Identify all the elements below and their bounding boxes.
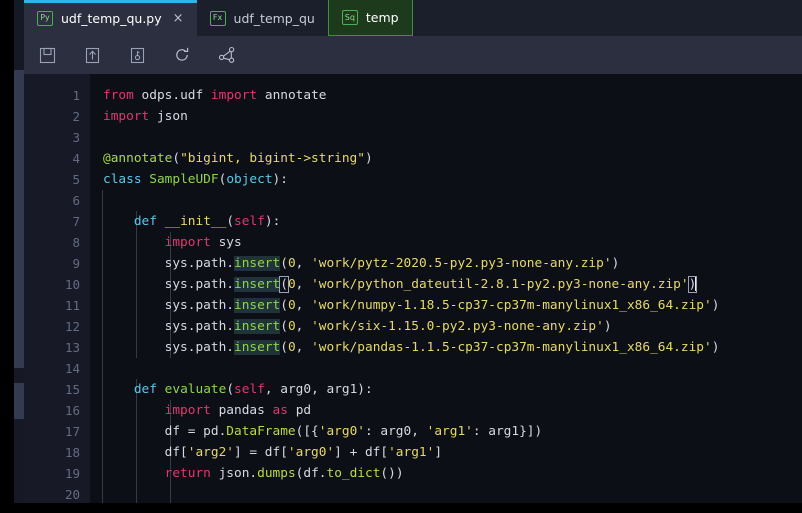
code-line[interactable]: def __init__(self): xyxy=(103,211,280,232)
code-line[interactable]: import pandas as pd xyxy=(103,400,311,421)
left-rail-panel-handle-1[interactable] xyxy=(14,70,24,368)
line-number: 14 xyxy=(64,361,80,376)
lineage-button[interactable] xyxy=(214,42,240,68)
code-line[interactable]: sys.path.insert(0, 'work/pytz-2020.5-py2… xyxy=(103,253,619,274)
line-number: 15 xyxy=(64,382,80,397)
code-line[interactable]: @annotate("bigint, bigint->string") xyxy=(103,148,373,169)
line-number: 18 xyxy=(64,445,80,460)
line-number-gutter: 1 2 3 4 5 6 7 8 9 10 11 12 13 14 15 16 1… xyxy=(24,74,90,503)
code-editor[interactable]: 1 2 3 4 5 6 7 8 9 10 11 12 13 14 15 16 1… xyxy=(24,74,802,503)
code-line[interactable]: df = pd.DataFrame([{'arg0': arg0, 'arg1'… xyxy=(103,421,543,442)
python-file-icon: Py xyxy=(37,10,53,26)
tab-label: udf_temp_qu.py xyxy=(61,10,162,26)
line-number: 8 xyxy=(72,235,80,250)
function-file-icon: Fx xyxy=(209,10,226,26)
line-number: 9 xyxy=(72,256,80,271)
tab-label: temp xyxy=(365,10,399,25)
code-line[interactable]: sys.path.insert(0, 'work/numpy-1.18.5-cp… xyxy=(103,295,719,316)
code-line[interactable]: return json.dumps(df.to_dict()) xyxy=(103,463,404,484)
submit-button[interactable] xyxy=(79,42,105,68)
line-number: 2 xyxy=(72,109,80,124)
line-number: 16 xyxy=(64,403,80,418)
tab-temp[interactable]: Sq temp xyxy=(327,0,413,36)
line-number: 3 xyxy=(72,130,80,145)
text-cursor xyxy=(695,276,697,291)
window-bottom-edge xyxy=(0,503,802,513)
tab-udf-temp-qu-py[interactable]: Py udf_temp_qu.py × xyxy=(24,0,197,36)
tab-label: udf_temp_qu xyxy=(233,10,315,26)
left-rail-panel-handle-2[interactable] xyxy=(14,383,24,419)
line-number: 13 xyxy=(64,340,80,355)
code-line[interactable]: def evaluate(self, arg0, arg1): xyxy=(103,379,373,400)
code-editor-window: Py udf_temp_qu.py × Fx udf_temp_qu Sq te… xyxy=(0,0,802,513)
line-number: 10 xyxy=(64,277,80,292)
code-line[interactable]: from odps.udf import annotate xyxy=(103,85,327,106)
line-number: 17 xyxy=(64,424,80,439)
code-content[interactable]: from odps.udf import annotate import jso… xyxy=(90,74,802,503)
refresh-button[interactable] xyxy=(169,42,195,68)
save-button[interactable] xyxy=(34,42,60,68)
close-icon[interactable]: × xyxy=(173,11,184,26)
line-number: 19 xyxy=(64,466,80,481)
line-number: 6 xyxy=(72,193,80,208)
sql-file-icon: Sq xyxy=(341,10,358,25)
code-line[interactable]: import sys xyxy=(103,232,242,253)
code-line[interactable]: sys.path.insert(0, 'work/pandas-1.1.5-cp… xyxy=(103,337,719,358)
line-number: 7 xyxy=(72,214,80,229)
editor-window: Py udf_temp_qu.py × Fx udf_temp_qu Sq te… xyxy=(24,0,802,513)
code-line[interactable]: import json xyxy=(103,106,188,127)
tab-udf-temp-qu[interactable]: Fx udf_temp_qu xyxy=(196,0,328,36)
line-number: 5 xyxy=(72,172,80,187)
line-number: 11 xyxy=(64,298,80,313)
line-number: 12 xyxy=(64,319,80,334)
code-line-active[interactable]: sys.path.insert(0, 'work/python_dateutil… xyxy=(103,274,698,295)
publish-button[interactable] xyxy=(124,42,150,68)
line-number: 1 xyxy=(72,88,80,103)
editor-toolbar xyxy=(24,36,802,74)
tab-bar: Py udf_temp_qu.py × Fx udf_temp_qu Sq te… xyxy=(24,0,802,36)
code-line[interactable]: df['arg2'] = df['arg0'] + df['arg1'] xyxy=(103,442,442,463)
code-line[interactable]: class SampleUDF(object): xyxy=(103,169,288,190)
line-number: 20 xyxy=(64,487,80,502)
code-line[interactable]: sys.path.insert(0, 'work/six-1.15.0-py2.… xyxy=(103,316,612,337)
line-number: 4 xyxy=(72,151,80,166)
